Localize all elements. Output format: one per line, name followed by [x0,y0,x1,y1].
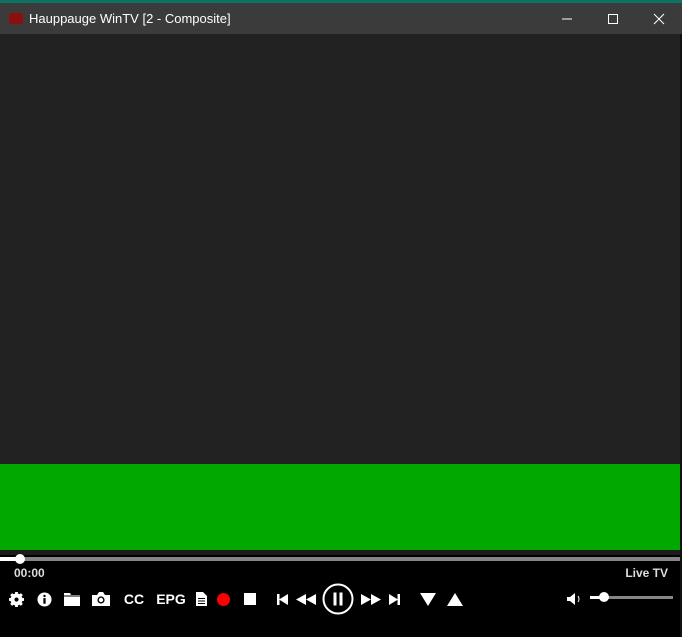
skip-back-icon [276,593,288,605]
triangle-down-icon [419,592,436,606]
live-tv-label[interactable]: Live TV [625,566,668,580]
info-icon [36,591,52,607]
document-icon [195,592,207,606]
snapshot-button[interactable] [91,590,110,608]
app-icon [9,13,23,24]
rewind-button[interactable] [296,590,316,608]
seek-handle[interactable] [15,554,26,564]
close-button[interactable] [636,3,682,34]
epg-button[interactable]: EPG [156,590,186,608]
divider [0,550,680,555]
volume-handle[interactable] [599,592,610,602]
minimize-button[interactable] [544,3,590,34]
triangle-up-icon [446,592,463,606]
maximize-button[interactable] [590,3,636,34]
info-button[interactable] [36,590,52,608]
skip-back-button[interactable] [276,590,288,608]
stop-button[interactable] [243,590,257,608]
stop-icon [244,593,256,605]
mute-button[interactable] [566,590,582,608]
settings-button[interactable] [8,590,24,608]
closed-captions-button[interactable]: CC [123,590,145,608]
skip-forward-icon [388,593,400,605]
channel-up-button[interactable] [446,590,463,608]
pause-icon [322,583,354,615]
time-display: 00:00 [14,566,45,580]
seek-bar[interactable] [0,554,680,564]
window-title: Hauppauge WinTV [2 - Composite] [29,11,231,26]
document-button[interactable] [195,590,207,608]
speaker-icon [566,593,579,605]
gear-icon [8,591,24,607]
volume-slider[interactable] [590,592,673,602]
title-bar: Hauppauge WinTV [2 - Composite] [0,3,682,34]
fast-forward-icon [361,593,381,605]
pause-button[interactable] [322,583,354,615]
open-folder-button[interactable] [63,590,80,608]
fast-forward-button[interactable] [361,590,381,608]
video-green-band [0,464,680,550]
camera-icon [91,592,110,606]
folder-icon [63,593,80,606]
channel-down-button[interactable] [419,590,436,608]
rewind-icon [296,593,316,605]
skip-forward-button[interactable] [388,590,400,608]
record-icon [216,592,230,606]
record-button[interactable] [216,590,230,608]
